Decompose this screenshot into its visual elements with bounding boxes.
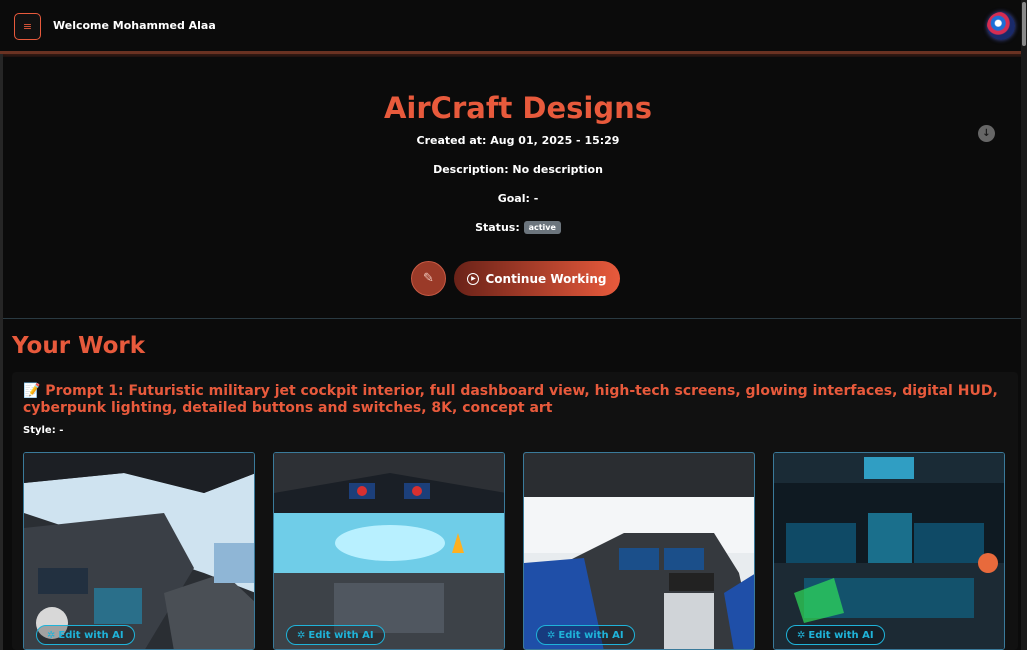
welcome-text: Welcome Mohammed Alaa [53, 19, 216, 32]
project-title: AirCraft Designs [383, 91, 653, 125]
edit-with-ai-label: Edit with AI [308, 629, 374, 641]
cockpit-image-3 [524, 453, 754, 649]
sparkle-icon: ✲ [297, 629, 306, 641]
edit-with-ai-label: Edit with AI [558, 629, 624, 641]
edit-with-ai-button[interactable]: ✲ Edit with AI [536, 625, 635, 645]
scrollbar-thumb[interactable] [1022, 2, 1026, 46]
edit-with-ai-button[interactable]: ✲ Edit with AI [36, 625, 135, 645]
arrow-down-circle-icon[interactable]: ↓ [978, 125, 995, 142]
status-line: Status: active [3, 221, 1027, 234]
top-navbar: ≡ Welcome Mohammed Alaa [0, 0, 1027, 54]
sparkle-icon: ✲ [797, 629, 806, 641]
edit-with-ai-label: Edit with AI [58, 629, 124, 641]
goal: Goal: - [497, 192, 539, 205]
pencil-icon: ✎ [423, 271, 434, 286]
play-circle-icon: ▶ [467, 272, 480, 285]
created-at: Created at: Aug 01, 2025 - 15:29 [416, 134, 620, 147]
edit-with-ai-label: Edit with AI [808, 629, 874, 641]
sparkle-icon: ✲ [547, 629, 556, 641]
continue-working-label: Continue Working [485, 271, 607, 286]
edit-project-button[interactable]: ✎ [411, 261, 446, 296]
generated-image-1[interactable]: ✲ Edit with AI [23, 452, 255, 650]
description: Description: No description [433, 163, 603, 176]
hamburger-icon: ≡ [22, 20, 33, 33]
status-label: Status: [475, 221, 520, 234]
cockpit-image-2 [274, 453, 504, 649]
continue-working-button[interactable]: ▶ Continue Working [454, 261, 620, 296]
cockpit-image-4 [774, 453, 1004, 649]
edit-with-ai-button[interactable]: ✲ Edit with AI [786, 625, 885, 645]
your-work-title: Your Work [12, 333, 146, 359]
status-badge: active [523, 221, 561, 234]
project-header: AirCraft Designs Created at: Aug 01, 202… [3, 57, 1021, 319]
swirl-logo[interactable] [987, 12, 1015, 40]
generated-image-2[interactable]: ✲ Edit with AI [273, 452, 505, 650]
generated-image-4[interactable]: ✲ Edit with AI [773, 452, 1005, 650]
prompt-style: Style: - [23, 425, 64, 436]
sparkle-icon: ✲ [47, 629, 56, 641]
cockpit-image-1 [24, 453, 254, 649]
generated-image-3[interactable]: ✲ Edit with AI [523, 452, 755, 650]
menu-toggle-button[interactable]: ≡ [14, 13, 41, 40]
prompt-title: 📝 Prompt 1: Futuristic military jet cock… [23, 383, 998, 416]
edit-with-ai-button[interactable]: ✲ Edit with AI [286, 625, 385, 645]
